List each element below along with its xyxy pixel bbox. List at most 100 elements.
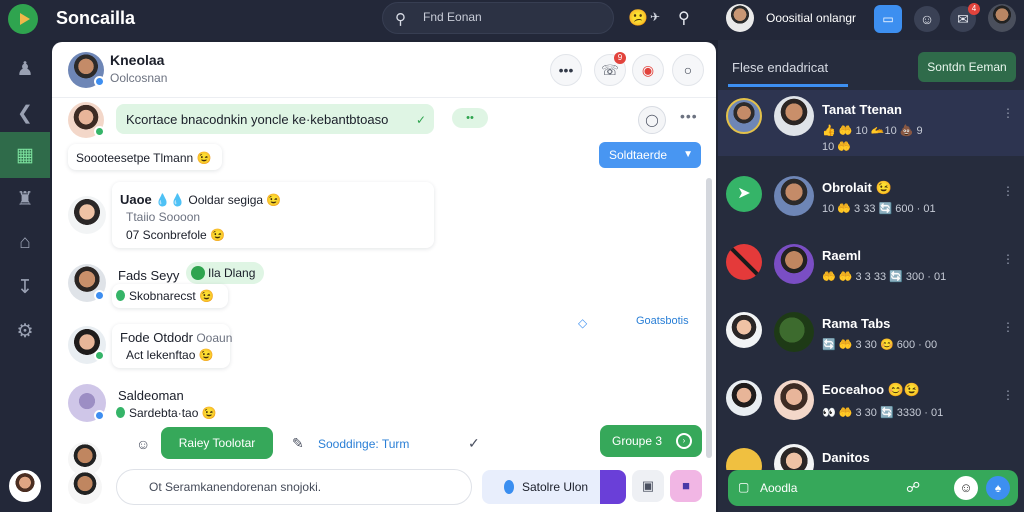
rail-avatar[interactable] [9,470,41,502]
reaction-pill[interactable]: •• [452,108,488,128]
message-card: Skobnarecst 😉 [112,284,228,308]
attachment-icon[interactable]: ◯ [638,106,666,134]
group-button[interactable]: Groupe 3 › [600,425,702,457]
message-line: Fode Otdodr Ooaun [120,330,232,345]
search-box[interactable]: ⚲ [382,2,614,34]
smiley-icon[interactable]: ☺ [954,476,978,500]
pin-icon[interactable]: ✓ [468,435,480,452]
voice-icon[interactable]: ☍ [906,479,920,496]
back-icon[interactable]: ❮ [0,90,50,136]
accessibility-icon[interactable]: ♠ [986,476,1010,500]
smiley-icon[interactable]: ☺ [914,6,940,32]
global-search-icon[interactable]: ⚲ [678,8,690,28]
contact-avatar [726,380,762,416]
panel-composer[interactable]: ▢ Aoodla ☍ ☺ ♠ [728,470,1018,506]
status-dropdown[interactable]: Soldtaerde ▼ [599,142,701,168]
primary-action-button[interactable]: Raiey Toolotar [161,427,273,459]
row-more-icon[interactable]: ⋮ [1002,320,1014,334]
sender-name: Uaoe [120,192,152,207]
chat-subtitle: Oolcosnan [110,71,168,85]
blocked-icon [726,244,762,280]
user-avatar[interactable] [726,4,754,32]
contact-meta: 👍 🤲 10 🫴10 💩 9 [822,125,923,137]
settings-icon[interactable]: ⚙ [0,308,50,354]
image-attach-icon[interactable]: ▣ [632,470,664,502]
emoji-picker-icon[interactable]: ☺ [136,436,150,452]
edit-icon[interactable]: ✎ [292,435,304,452]
message-text: Ooaun [196,331,233,345]
read-tick-icon: ✓ [415,113,426,127]
online-indicator [94,126,105,137]
sender-emoji: 💧💧 [155,193,186,207]
message-more-icon[interactable]: ••• [680,108,698,124]
compose-icon: ▢ [738,480,750,494]
send-label: Satolre Ulon [522,480,589,494]
message-text: Kcortace bnacodnkin yoncle ke·kebantbtoa… [126,112,389,127]
message-card: Uaoe 💧💧 Ooldar segiga 😉 Ttaiio Soooon 07… [112,182,434,248]
online-indicator [94,350,105,361]
message-bubble: Kcortace bnacodnkin yoncle ke·kebantbtoa… [116,104,434,134]
sticker-icon[interactable]: ■ [670,470,702,502]
contact-row[interactable]: Eoceahoo 😊😉 👀 🤲 3 30 🔄 3330 · 01 ⋮ [718,366,1024,432]
message-input[interactable] [116,469,472,505]
panel-action-button[interactable]: Sontdn Eeman [918,52,1016,82]
record-icon[interactable]: ◉ [632,54,664,86]
tab-contacts[interactable]: Flese endadricat [732,60,828,75]
download-icon[interactable]: ↧ [0,264,50,310]
contact-avatar [774,244,814,284]
left-rail: ♟ ❮ ▦ ♜ ⌂ ↧ ⚙ [0,40,50,512]
message-text: Ttaiio Soooon [126,210,201,224]
tag-icon [191,266,205,280]
message-card: Fode Otdodr Ooaun Act lekenftao 😉 [112,324,232,368]
row-more-icon[interactable]: ⋮ [1002,252,1014,266]
new-item-button[interactable]: ▭ [874,5,902,33]
contact-avatar [726,312,762,348]
search-input[interactable] [423,10,603,24]
camera-icon[interactable]: ○ [672,54,704,86]
contact-row[interactable]: Rama Tabs 🔄 🤲 3 30 😊 600 · 00 ⋮ [718,298,1024,364]
contact-avatar [774,380,814,420]
row-more-icon[interactable]: ⋮ [1002,388,1014,402]
contact-name: Obrolait 😉 [822,180,892,195]
emoji-icon[interactable]: 😕 [628,8,648,28]
secondary-link[interactable]: Sooddinge: Turm [318,437,409,451]
contact-name: Rama Tabs [822,316,891,331]
message-avatar[interactable] [68,196,106,234]
verified-icon [94,290,105,301]
top-bar: Soncailla ⚲ 😕 ✈ ⚲ Ooositial onlangr ▭ ☺ … [0,0,1024,40]
profile-avatar[interactable] [988,4,1016,32]
row-more-icon[interactable]: ⋮ [1002,184,1014,198]
message-text: Skobnarecst 😉 [116,289,214,303]
shirt-icon[interactable]: ♜ [0,176,50,222]
row-more-icon[interactable]: ⋮ [1002,106,1014,120]
search-icon: ⚲ [395,11,406,28]
home-icon[interactable]: ⌂ [0,220,50,266]
sender-name: Saldeoman [118,388,184,403]
contact-meta: 10 🤲 3 33 🔄 600 · 01 [822,203,936,215]
composer-avatar[interactable] [68,470,102,504]
contact-row[interactable]: Tanat Ttenan 👍 🤲 10 🫴10 💩 9 10 🤲 ⋮ [718,90,1024,156]
send-small-icon[interactable]: ✈ [650,10,660,24]
group-button-label: Groupe 3 [612,434,663,448]
chat-app-icon: ➤ [726,176,762,212]
message-text: Sardebta·tao 😉 [116,406,217,420]
side-link[interactable]: Goatsbotis [636,315,689,327]
sender-tag[interactable]: Ila Dlang [186,262,264,284]
send-button[interactable]: Satolre Ulon [482,470,626,504]
chart-icon[interactable]: ▦ [0,132,50,178]
contact-avatar [726,448,762,470]
contact-name: Tanat Ttenan [822,102,902,117]
contact-row[interactable]: ➤ Obrolait 😉 10 🤲 3 33 🔄 600 · 01 ⋮ [718,162,1024,228]
contact-row[interactable]: Danitos [718,436,1024,470]
notification-badge: 4 [968,3,980,15]
message-card: Soooteesetpe Tlmann 😉 [68,144,222,170]
app-logo-icon[interactable] [8,4,38,34]
scrollbar[interactable] [706,178,712,458]
more-icon[interactable]: ••• [550,54,582,86]
message-line: Uaoe 💧💧 Ooldar segiga 😉 [120,192,281,207]
message-text: Ooldar segiga 😉 [188,193,282,207]
contact-row[interactable]: Raeml 🤲 🤲 3 3 33 🔄 300 · 01 ⋮ [718,230,1024,296]
contact-name: Danitos [822,450,870,465]
people-icon[interactable]: ♟ [0,46,50,92]
send-icon [504,480,514,494]
